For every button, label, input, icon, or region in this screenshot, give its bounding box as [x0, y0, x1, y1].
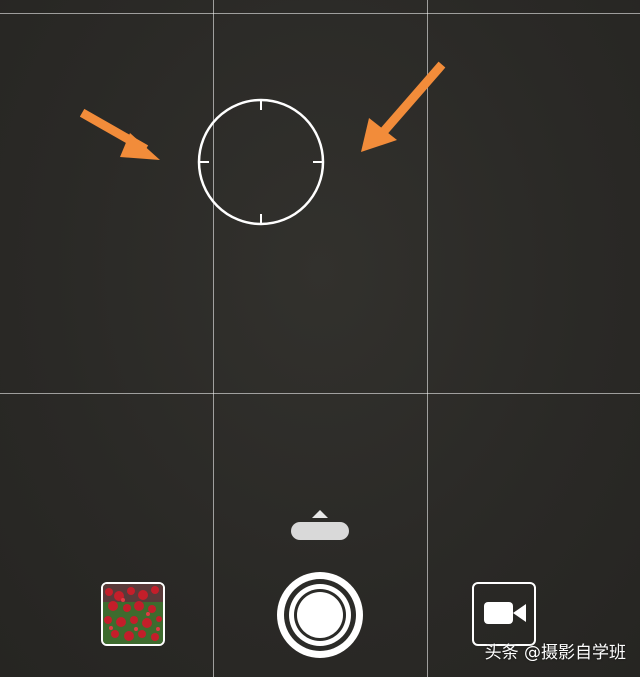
shutter-icon: [277, 572, 363, 658]
video-camera-icon: [484, 602, 526, 624]
annotation-arrow-right: [355, 60, 450, 160]
video-mode-button[interactable]: [472, 582, 536, 646]
focus-indicator: [196, 97, 326, 227]
camera-viewfinder[interactable]: 头条 @摄影自学班: [0, 0, 640, 677]
shutter-button[interactable]: [275, 570, 365, 660]
annotation-arrow-left: [79, 105, 170, 170]
grid-line-horizontal-1: [0, 13, 640, 14]
watermark-text: 头条 @摄影自学班: [484, 643, 626, 663]
focus-circle-icon: [197, 98, 325, 226]
expand-controls-handle[interactable]: [290, 508, 350, 544]
handle-pill: [291, 522, 349, 540]
arrow-icon: [79, 108, 160, 160]
grid-line-horizontal-2: [0, 393, 640, 394]
thumbnail-image: [103, 584, 163, 644]
chevron-up-icon: [312, 510, 328, 518]
gallery-thumbnail[interactable]: [101, 582, 165, 646]
arrow-icon: [361, 61, 446, 152]
